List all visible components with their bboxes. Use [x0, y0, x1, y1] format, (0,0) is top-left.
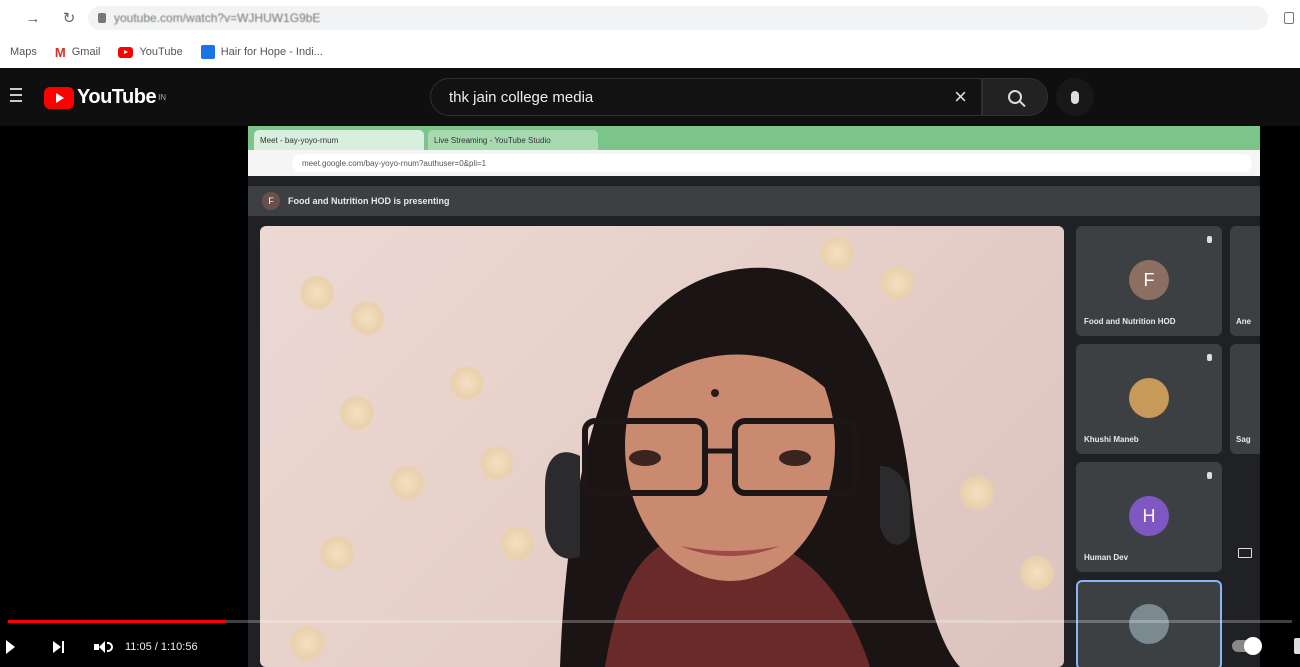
voice-search-button[interactable]	[1056, 78, 1094, 116]
video-player[interactable]: Meet - bay-yoyo-rnum Live Streaming - Yo…	[0, 126, 1300, 667]
lock-icon	[98, 13, 106, 23]
inner-tab-meet: Meet - bay-yoyo-rnum	[254, 130, 424, 150]
inner-tab-studio: Live Streaming - YouTube Studio	[428, 130, 598, 150]
speaker-video-feed	[260, 226, 1064, 667]
present-icon	[1238, 548, 1252, 558]
bookmark-gmail[interactable]: M Gmail	[55, 45, 101, 60]
youtube-logo[interactable]: YouTube IN	[44, 86, 166, 109]
participant-tile[interactable]: F Food and Nutrition HOD	[1076, 226, 1222, 336]
participant-tile[interactable]: H Human Dev	[1076, 462, 1222, 572]
search-icon	[1008, 90, 1022, 104]
next-icon[interactable]	[53, 640, 64, 653]
muted-mic-icon	[1207, 236, 1212, 243]
participant-avatar: F	[1129, 260, 1169, 300]
bookmark-maps[interactable]: Maps	[10, 46, 37, 58]
player-controls: 11:05 / 1:10:56	[0, 626, 1300, 667]
gmail-icon: M	[54, 44, 66, 60]
participant-tile[interactable]: Ane	[1230, 226, 1260, 336]
address-bar[interactable]: youtube.com/watch?v=WJHUW1G9bE	[88, 6, 1268, 30]
presenting-text: Food and Nutrition HOD is presenting	[288, 196, 450, 206]
extension-icon[interactable]	[1284, 12, 1294, 24]
forward-icon[interactable]: →	[22, 10, 44, 27]
inner-tab-strip: Meet - bay-yoyo-rnum Live Streaming - Yo…	[248, 126, 1260, 150]
progress-fill	[8, 620, 227, 623]
search-input[interactable]: thk jain college media ×	[430, 78, 982, 116]
reload-icon[interactable]: ↻	[58, 9, 80, 27]
hair-for-hope-icon	[200, 45, 215, 59]
youtube-icon	[118, 46, 134, 58]
recorded-meet-window: Meet - bay-yoyo-rnum Live Streaming - Yo…	[248, 126, 1260, 667]
muted-mic-icon	[1207, 472, 1212, 479]
youtube-play-logo-icon	[44, 86, 74, 109]
inner-address-bar: meet.google.com/bay-yoyo-rnum?authuser=0…	[248, 150, 1260, 176]
muted-mic-icon	[1207, 354, 1212, 361]
participant-tile[interactable]: Sag	[1230, 344, 1260, 454]
participant-avatar: H	[1129, 496, 1169, 536]
presenter-avatar: F	[262, 192, 280, 210]
youtube-header: YouTube IN thk jain college media ×	[0, 68, 1300, 126]
progress-bar[interactable]	[8, 620, 1292, 623]
browser-toolbar: → ↻ youtube.com/watch?v=WJHUW1G9bE	[0, 0, 1300, 36]
bookmark-hair-for-hope[interactable]: Hair for Hope - Indi...	[200, 45, 323, 59]
search-query: thk jain college media	[449, 88, 594, 106]
autoplay-toggle[interactable]	[1232, 637, 1262, 655]
presenting-banner: F Food and Nutrition HOD is presenting	[248, 186, 1260, 216]
speaker-person-image	[545, 267, 960, 667]
microphone-icon	[1071, 90, 1079, 104]
volume-icon[interactable]	[94, 640, 113, 653]
bookmark-youtube[interactable]: YouTube	[118, 46, 183, 58]
clear-search-icon[interactable]: ×	[954, 84, 967, 110]
settings-icon[interactable]	[1294, 638, 1300, 654]
participant-tile[interactable]: Khushi Maneb	[1076, 344, 1222, 454]
search-button[interactable]	[982, 78, 1048, 116]
url-text: youtube.com/watch?v=WJHUW1G9bE	[114, 11, 321, 25]
time-display: 11:05 / 1:10:56	[125, 640, 198, 653]
play-icon[interactable]	[6, 639, 15, 654]
bookmarks-bar: Maps M Gmail YouTube Hair for Hope - Ind…	[0, 36, 1300, 68]
menu-icon[interactable]	[10, 88, 22, 102]
participant-avatar	[1129, 378, 1169, 418]
